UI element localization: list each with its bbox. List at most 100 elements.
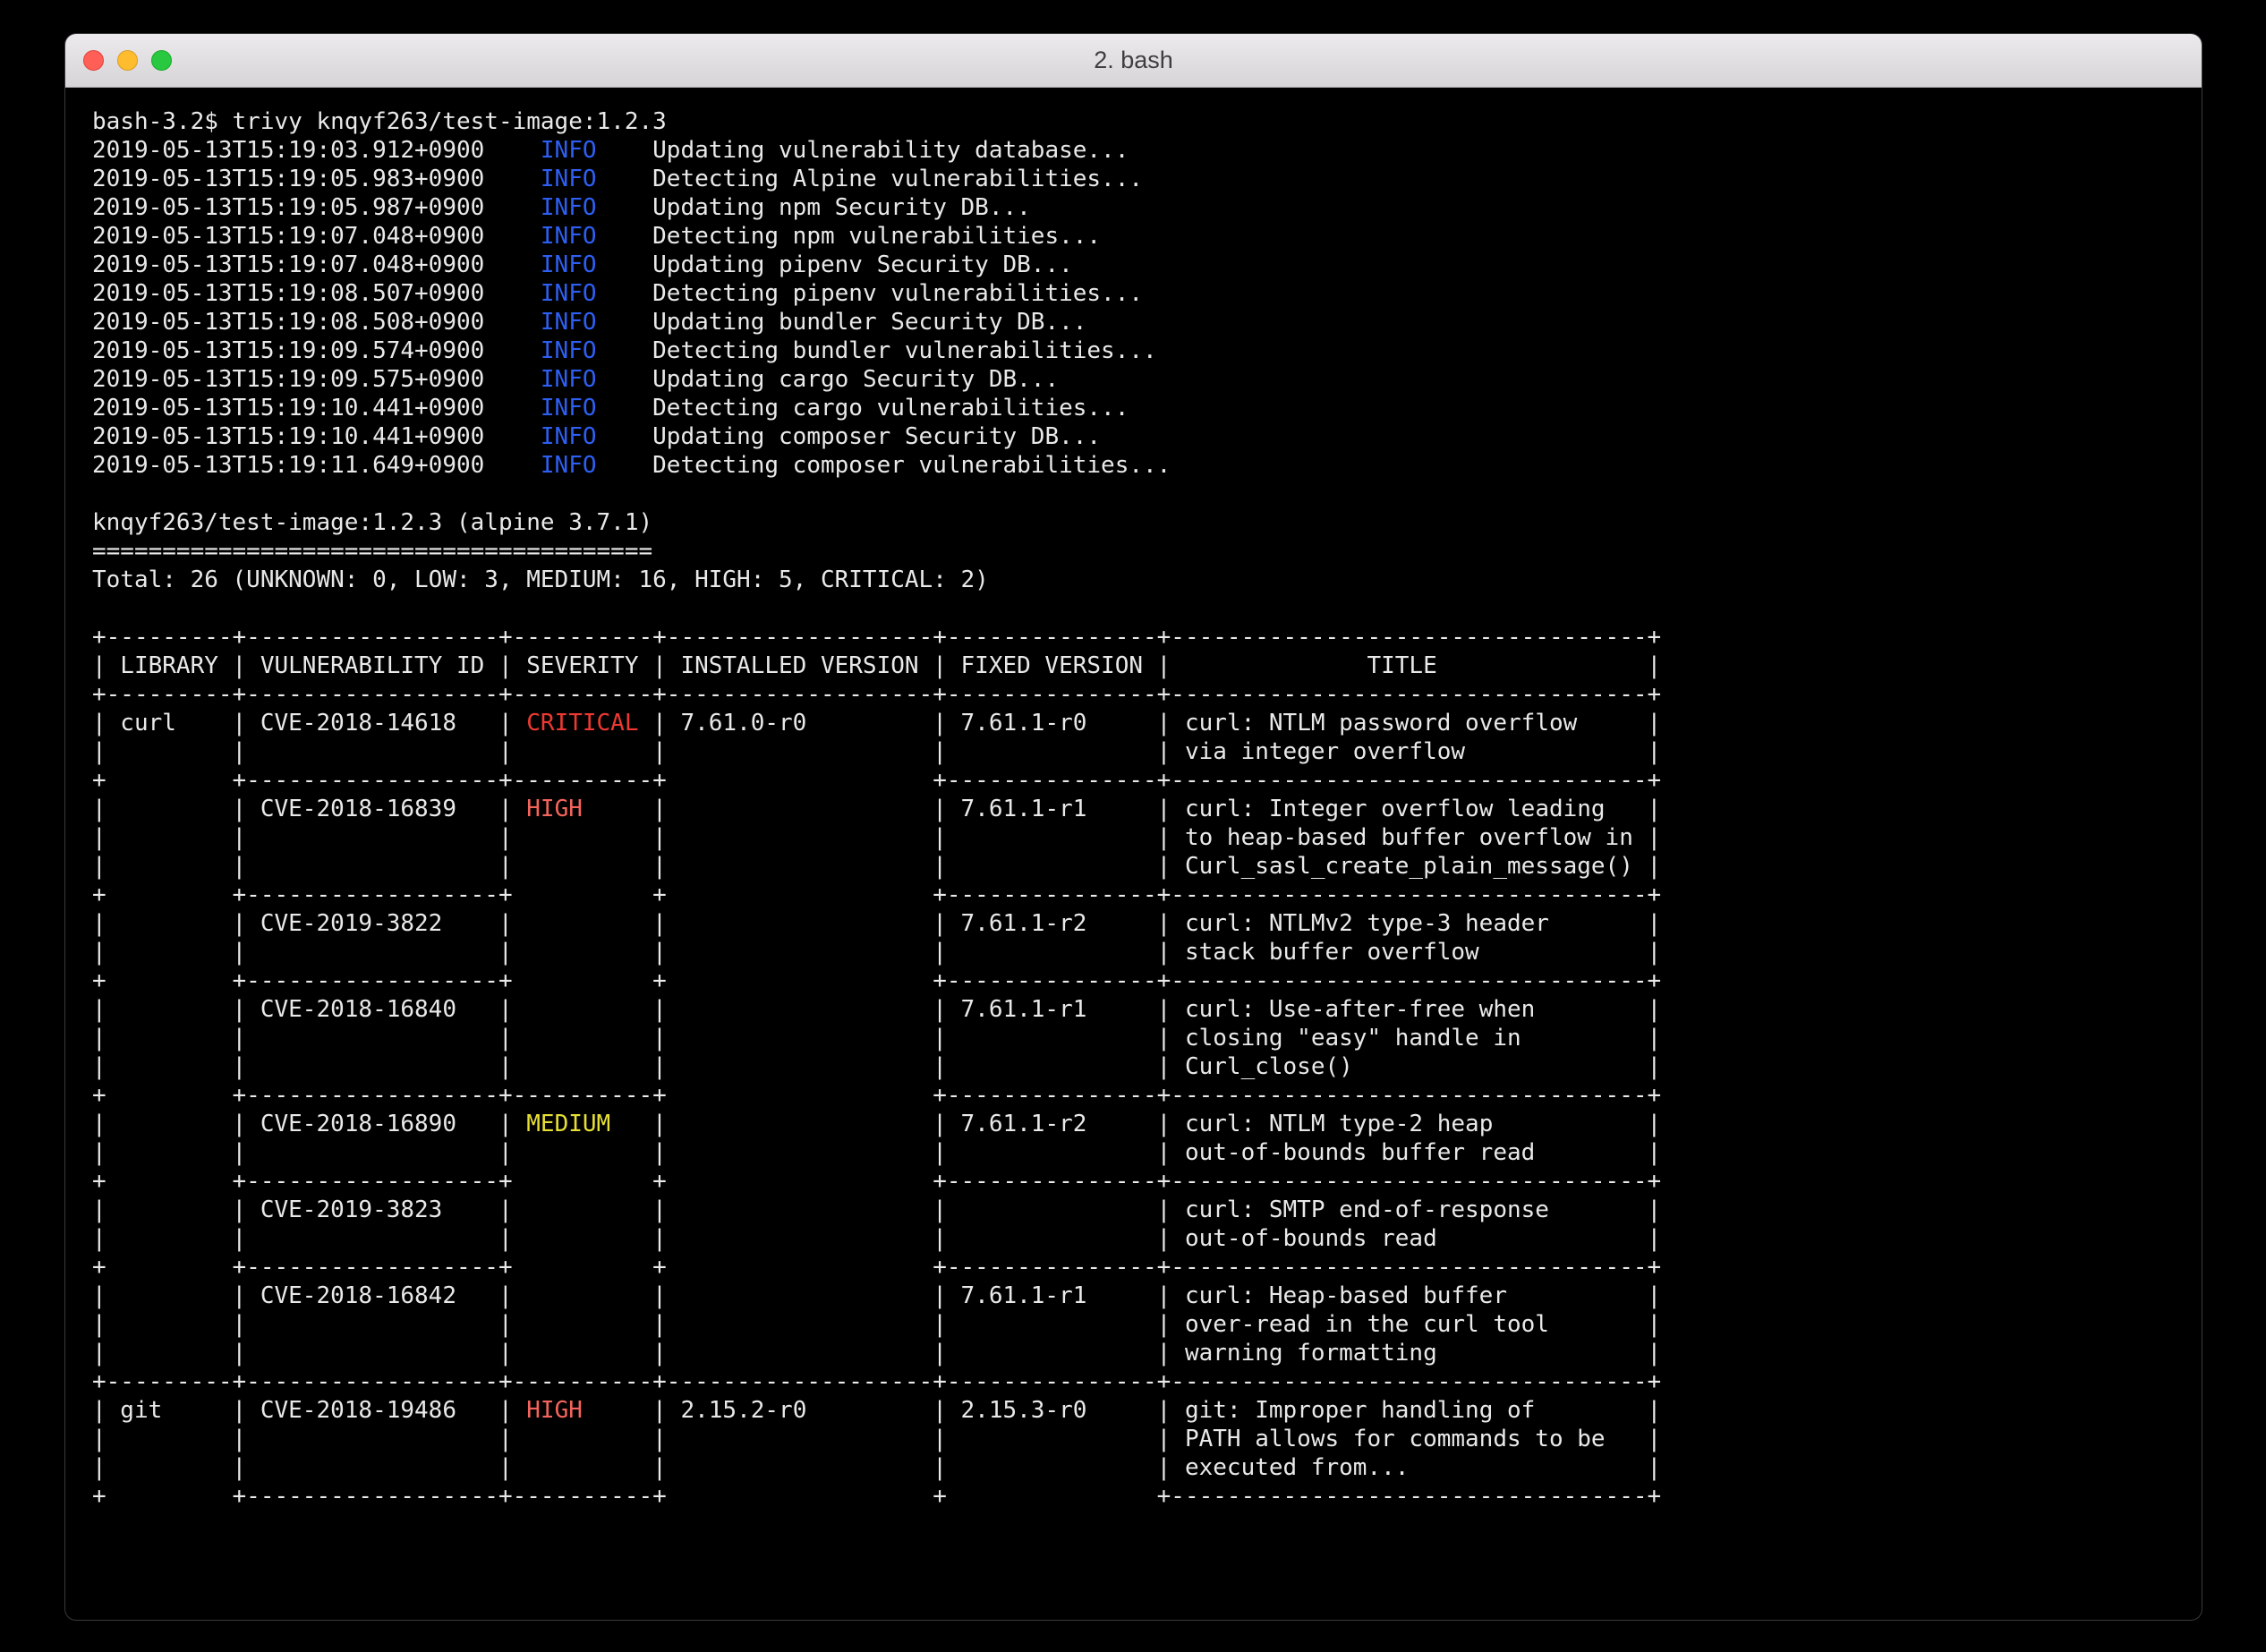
terminal-text: | | | | | | Curl_close() |	[92, 1053, 1661, 1080]
traffic-lights	[65, 50, 172, 71]
log-level-info: INFO	[541, 137, 597, 164]
terminal-text: | git | CVE-2018-19486 |	[92, 1397, 526, 1424]
terminal-text: Updating pipenv Security DB...	[597, 251, 1073, 278]
terminal-text: | | | | | | executed from... |	[92, 1454, 1661, 1481]
terminal-text: | | 7.61.1-r2 | curl: NTLM type-2 heap |	[610, 1111, 1661, 1137]
terminal-line: Total: 26 (UNKNOWN: 0, LOW: 3, MEDIUM: 1…	[92, 566, 2202, 594]
terminal-text: 2019-05-13T15:19:10.441+0900	[92, 395, 541, 422]
zoom-button[interactable]	[151, 50, 172, 71]
terminal-text: Detecting npm vulnerabilities...	[597, 223, 1102, 250]
terminal-text: 2019-05-13T15:19:10.441+0900	[92, 423, 541, 450]
minimize-button[interactable]	[117, 50, 138, 71]
terminal-text: Updating vulnerability database...	[597, 137, 1129, 164]
terminal-text: | | | | | | over-read in the curl tool |	[92, 1311, 1661, 1338]
terminal-text: | | | | | | to heap-based buffer overflo…	[92, 824, 1661, 851]
terminal-text: | | CVE-2019-3822 | | | 7.61.1-r2 | curl…	[92, 910, 1661, 937]
terminal-text: Updating cargo Security DB...	[597, 366, 1060, 393]
terminal-text: Detecting composer vulnerabilities...	[597, 452, 1171, 479]
terminal-line: | | | | | | Curl_sasl_create_plain_messa…	[92, 852, 2202, 881]
terminal-line: | | CVE-2018-16839 | HIGH | | 7.61.1-r1 …	[92, 795, 2202, 823]
terminal-text: 2019-05-13T15:19:07.048+0900	[92, 251, 541, 278]
terminal-line: | | | | | | executed from... |	[92, 1453, 2202, 1482]
terminal-line: | | | | | | via integer overflow |	[92, 737, 2202, 766]
terminal-text: 2019-05-13T15:19:08.507+0900	[92, 280, 541, 307]
terminal-text: | | CVE-2018-16839 |	[92, 796, 526, 822]
terminal-text: Detecting bundler vulnerabilities...	[597, 337, 1157, 364]
terminal-text: | | | | | | stack buffer overflow |	[92, 939, 1661, 966]
log-level-info: INFO	[541, 337, 597, 364]
screen-background: 2. bash bash-3.2$ trivy knqyf263/test-im…	[0, 0, 2266, 1652]
terminal-text: + +------------------+ + +--------------…	[92, 967, 1661, 994]
terminal-line: 2019-05-13T15:19:09.575+0900 INFO Updati…	[92, 365, 2202, 394]
terminal-text: +---------+------------------+----------…	[92, 624, 1661, 651]
terminal-line: 2019-05-13T15:19:08.507+0900 INFO Detect…	[92, 279, 2202, 308]
terminal-line: 2019-05-13T15:19:03.912+0900 INFO Updati…	[92, 136, 2202, 165]
log-level-info: INFO	[541, 395, 597, 422]
terminal-line: + +------------------+ + +--------------…	[92, 1253, 2202, 1282]
severity-critical: CRITICAL	[526, 710, 638, 737]
terminal-line	[92, 480, 2202, 508]
terminal-text: | | | | | | closing "easy" handle in |	[92, 1025, 1661, 1052]
terminal-output[interactable]: bash-3.2$ trivy knqyf263/test-image:1.2.…	[65, 88, 2202, 1511]
terminal-text: 2019-05-13T15:19:05.987+0900	[92, 194, 541, 221]
terminal-line: + +------------------+----------+ +-----…	[92, 766, 2202, 795]
terminal-line: | | CVE-2019-3822 | | | 7.61.1-r2 | curl…	[92, 909, 2202, 938]
terminal-text: + +------------------+ + +--------------…	[92, 881, 1661, 908]
terminal-text: | | CVE-2018-16842 | | | 7.61.1-r1 | cur…	[92, 1282, 1661, 1309]
terminal-text: + +------------------+ + +--------------…	[92, 1254, 1661, 1281]
terminal-line	[92, 594, 2202, 623]
terminal-text: +---------+------------------+----------…	[92, 1368, 1661, 1395]
terminal-text: | LIBRARY | VULNERABILITY ID | SEVERITY …	[92, 652, 1661, 679]
terminal-text: | | | | | | PATH allows for commands to …	[92, 1426, 1661, 1452]
terminal-line: + +------------------+ + +--------------…	[92, 967, 2202, 995]
terminal-text: | | | | | | out-of-bounds read |	[92, 1225, 1661, 1252]
window-title: 2. bash	[65, 47, 2202, 74]
terminal-text: | | CVE-2018-16840 | | | 7.61.1-r1 | cur…	[92, 996, 1661, 1023]
terminal-line: + +------------------+ + +--------------…	[92, 881, 2202, 909]
terminal-text: | | CVE-2018-16890 |	[92, 1111, 526, 1137]
terminal-text: Updating bundler Security DB...	[597, 309, 1087, 336]
terminal-text: | 2.15.2-r0 | 2.15.3-r0 | git: Improper …	[583, 1397, 1661, 1424]
terminal-text: Updating composer Security DB...	[597, 423, 1102, 450]
close-button[interactable]	[83, 50, 104, 71]
terminal-text: ========================================	[92, 538, 652, 565]
terminal-text: bash-3.2$ trivy knqyf263/test-image:1.2.…	[92, 108, 667, 135]
terminal-line: knqyf263/test-image:1.2.3 (alpine 3.7.1)	[92, 508, 2202, 537]
terminal-line: 2019-05-13T15:19:07.048+0900 INFO Updati…	[92, 251, 2202, 279]
terminal-line: 2019-05-13T15:19:08.508+0900 INFO Updati…	[92, 308, 2202, 336]
terminal-text: + +------------------+----------+ + +---…	[92, 1483, 1661, 1510]
terminal-text: + +------------------+----------+ +-----…	[92, 1082, 1661, 1109]
terminal-line: | | | | | | over-read in the curl tool |	[92, 1310, 2202, 1339]
log-level-info: INFO	[541, 366, 597, 393]
terminal-line: | | | | | | Curl_close() |	[92, 1052, 2202, 1081]
terminal-text: | | | | | | Curl_sasl_create_plain_messa…	[92, 853, 1661, 880]
terminal-line: | | | | | | closing "easy" handle in |	[92, 1024, 2202, 1052]
log-level-info: INFO	[541, 309, 597, 336]
terminal-window: 2. bash bash-3.2$ trivy knqyf263/test-im…	[65, 34, 2202, 1620]
terminal-line: | | | | | | to heap-based buffer overflo…	[92, 823, 2202, 852]
terminal-text: | | | | | | out-of-bounds buffer read |	[92, 1139, 1661, 1166]
terminal-text: | | 7.61.1-r1 | curl: Integer overflow l…	[583, 796, 1661, 822]
terminal-line: | | CVE-2018-16890 | MEDIUM | | 7.61.1-r…	[92, 1110, 2202, 1138]
terminal-line: | LIBRARY | VULNERABILITY ID | SEVERITY …	[92, 651, 2202, 680]
terminal-line: + +------------------+ + +--------------…	[92, 1167, 2202, 1196]
terminal-text: knqyf263/test-image:1.2.3 (alpine 3.7.1)	[92, 509, 652, 536]
terminal-line: +---------+------------------+----------…	[92, 1367, 2202, 1396]
terminal-line: | | | | | | out-of-bounds read |	[92, 1224, 2202, 1253]
terminal-line: +---------+------------------+----------…	[92, 623, 2202, 651]
terminal-line: 2019-05-13T15:19:05.987+0900 INFO Updati…	[92, 193, 2202, 222]
terminal-text: | | | | | | warning formatting |	[92, 1340, 1661, 1367]
terminal-line: 2019-05-13T15:19:10.441+0900 INFO Updati…	[92, 422, 2202, 451]
terminal-line: 2019-05-13T15:19:07.048+0900 INFO Detect…	[92, 222, 2202, 251]
terminal-line: ========================================	[92, 537, 2202, 566]
terminal-line: | | | | | | warning formatting |	[92, 1339, 2202, 1367]
terminal-line: | git | CVE-2018-19486 | HIGH | 2.15.2-r…	[92, 1396, 2202, 1425]
terminal-text: 2019-05-13T15:19:08.508+0900	[92, 309, 541, 336]
log-level-info: INFO	[541, 452, 597, 479]
window-title-bar[interactable]: 2. bash	[65, 34, 2202, 88]
log-level-info: INFO	[541, 251, 597, 278]
terminal-text: + +------------------+----------+ +-----…	[92, 767, 1661, 794]
terminal-text: + +------------------+ + +--------------…	[92, 1168, 1661, 1195]
terminal-text: 2019-05-13T15:19:07.048+0900	[92, 223, 541, 250]
terminal-text: 2019-05-13T15:19:09.574+0900	[92, 337, 541, 364]
